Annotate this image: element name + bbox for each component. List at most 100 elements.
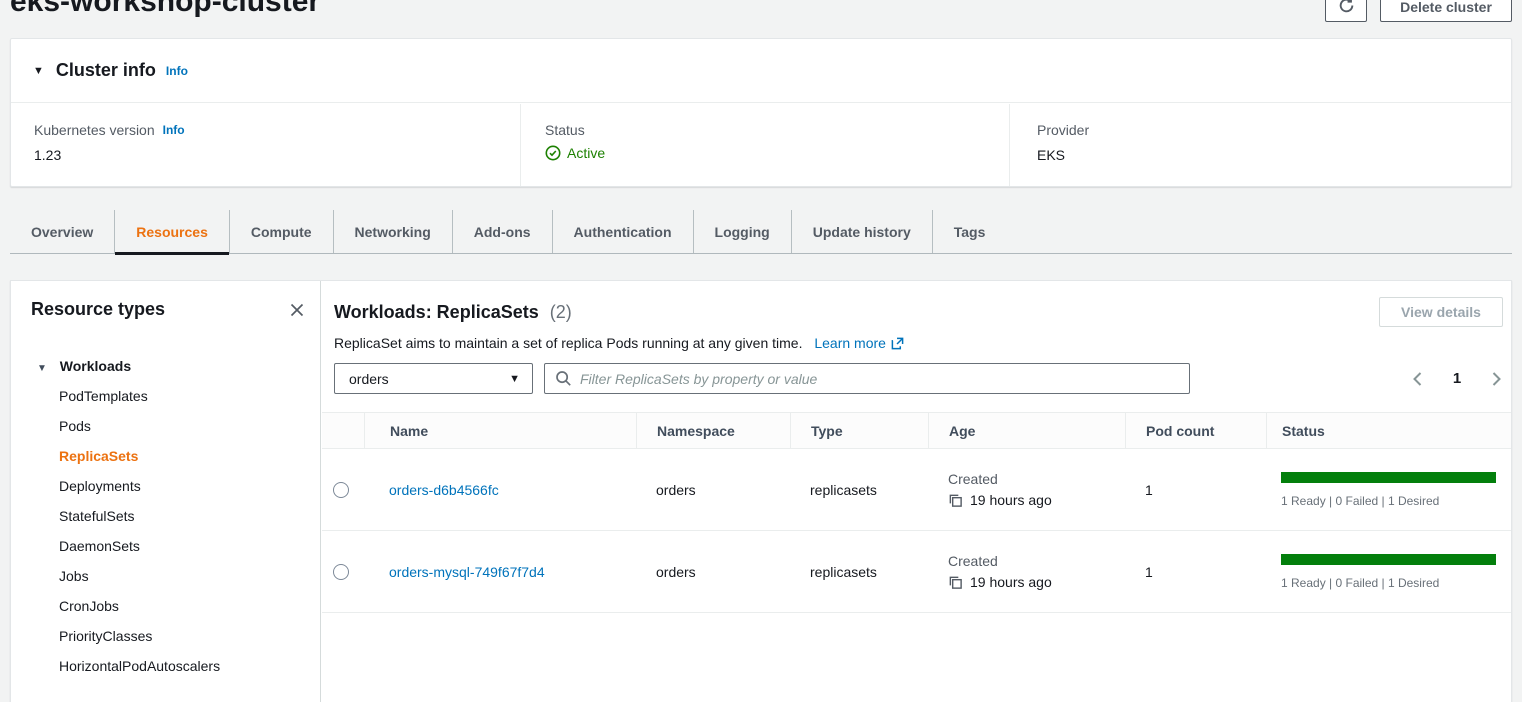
learn-more-link[interactable]: Learn more bbox=[814, 335, 904, 351]
cluster-info-title: Cluster info bbox=[56, 60, 156, 81]
tab-resources[interactable]: Resources bbox=[114, 210, 229, 253]
column-header-name[interactable]: Name bbox=[364, 413, 636, 448]
pagination: 1 bbox=[1411, 363, 1503, 394]
table-header-row: Name Namespace Type Age Pod count Status bbox=[322, 412, 1511, 449]
pod-count-cell: 1 bbox=[1125, 531, 1266, 612]
resource-types-tree: ▼ Workloads PodTemplates Pods ReplicaSet… bbox=[11, 351, 320, 702]
kubernetes-version-info-link[interactable]: Info bbox=[163, 123, 185, 137]
age-cell: Created 19 hours ago bbox=[948, 553, 1052, 590]
search-box bbox=[544, 363, 1190, 394]
kubernetes-version-label: Kubernetes version bbox=[34, 122, 155, 138]
namespace-cell: orders bbox=[636, 449, 790, 530]
provider-field: Provider EKS bbox=[1009, 104, 1511, 186]
close-icon[interactable] bbox=[288, 301, 306, 319]
page-title: eks-workshop-cluster bbox=[10, 0, 320, 20]
cluster-info-card: ▼ Cluster info Info Kubernetes version I… bbox=[10, 38, 1512, 187]
namespace-cell: orders bbox=[636, 531, 790, 612]
search-icon bbox=[555, 370, 572, 387]
age-value-text: 19 hours ago bbox=[970, 574, 1052, 590]
status-field: Status Active bbox=[520, 104, 1009, 186]
delete-cluster-button[interactable]: Delete cluster bbox=[1380, 0, 1512, 22]
sidebar-item-podtemplates[interactable]: PodTemplates bbox=[11, 381, 320, 411]
cluster-tabs: Overview Resources Compute Networking Ad… bbox=[10, 210, 1512, 254]
column-header-age[interactable]: Age bbox=[928, 413, 1125, 448]
chevron-down-icon: ▼ bbox=[37, 363, 47, 374]
view-details-button[interactable]: View details bbox=[1379, 297, 1503, 327]
next-page-icon[interactable] bbox=[1490, 371, 1503, 387]
age-cell: Created 19 hours ago bbox=[948, 471, 1052, 508]
tab-compute[interactable]: Compute bbox=[229, 210, 333, 253]
kubernetes-version-field: Kubernetes version Info 1.23 bbox=[11, 104, 520, 186]
sidebar-group-workloads[interactable]: ▼ Workloads bbox=[11, 351, 320, 381]
column-header-namespace[interactable]: Namespace bbox=[636, 413, 790, 448]
sidebar-item-horizontalpodautoscalers[interactable]: HorizontalPodAutoscalers bbox=[11, 651, 320, 681]
previous-page-icon[interactable] bbox=[1411, 371, 1424, 387]
status-bar bbox=[1281, 472, 1496, 483]
resources-panel: Resource types ▼ Workloads PodTemplates … bbox=[10, 280, 1512, 702]
refresh-icon bbox=[1338, 0, 1355, 17]
copy-icon[interactable] bbox=[948, 493, 963, 508]
learn-more-label: Learn more bbox=[814, 335, 886, 351]
row-select-radio[interactable] bbox=[333, 482, 349, 498]
select-caret-icon: ▼ bbox=[509, 373, 520, 385]
pod-count-cell: 1 bbox=[1125, 449, 1266, 530]
resource-types-sidebar: Resource types ▼ Workloads PodTemplates … bbox=[11, 281, 321, 702]
sidebar-item-daemonsets[interactable]: DaemonSets bbox=[11, 531, 320, 561]
sidebar-item-pods[interactable]: Pods bbox=[11, 411, 320, 441]
tab-update-history[interactable]: Update history bbox=[791, 210, 932, 253]
sidebar-group-cluster[interactable]: ▶ Cluster bbox=[11, 693, 320, 702]
sidebar-item-priorityclasses[interactable]: PriorityClasses bbox=[11, 621, 320, 651]
status-label: Status bbox=[545, 122, 585, 138]
check-circle-icon bbox=[545, 145, 561, 161]
replicasets-table: Name Namespace Type Age Pod count Status… bbox=[322, 412, 1511, 613]
status-cell: 1 Ready | 0 Failed | 1 Desired bbox=[1281, 472, 1496, 508]
status-cell: 1 Ready | 0 Failed | 1 Desired bbox=[1281, 554, 1496, 590]
main-title: Workloads: ReplicaSets bbox=[334, 302, 539, 322]
description-text: ReplicaSet aims to maintain a set of rep… bbox=[334, 335, 802, 351]
cluster-info-info-link[interactable]: Info bbox=[166, 64, 188, 78]
column-header-type[interactable]: Type bbox=[790, 413, 928, 448]
sidebar-item-jobs[interactable]: Jobs bbox=[11, 561, 320, 591]
sidebar-item-replicasets[interactable]: ReplicaSets bbox=[11, 441, 320, 471]
main-description: ReplicaSet aims to maintain a set of rep… bbox=[334, 335, 904, 351]
age-value-text: 19 hours ago bbox=[970, 492, 1052, 508]
sidebar-item-deployments[interactable]: Deployments bbox=[11, 471, 320, 501]
type-cell: replicasets bbox=[790, 449, 928, 530]
column-header-status[interactable]: Status bbox=[1266, 413, 1511, 448]
type-cell: replicasets bbox=[790, 531, 928, 612]
external-link-icon bbox=[891, 337, 904, 350]
provider-label: Provider bbox=[1037, 122, 1089, 138]
select-all-column bbox=[322, 413, 364, 448]
table-row: orders-d6b4566fc orders replicasets Crea… bbox=[322, 449, 1511, 531]
row-select-radio[interactable] bbox=[333, 564, 349, 580]
copy-icon[interactable] bbox=[948, 575, 963, 590]
provider-value: EKS bbox=[1037, 147, 1511, 163]
namespace-filter-select[interactable]: orders ▼ bbox=[334, 363, 533, 394]
tab-networking[interactable]: Networking bbox=[333, 210, 452, 253]
namespace-filter-value: orders bbox=[349, 371, 389, 387]
status-text: 1 Ready | 0 Failed | 1 Desired bbox=[1281, 576, 1496, 590]
tab-overview[interactable]: Overview bbox=[10, 210, 114, 253]
age-created-label: Created bbox=[948, 553, 1052, 569]
tab-authentication[interactable]: Authentication bbox=[552, 210, 693, 253]
tab-tags[interactable]: Tags bbox=[932, 210, 1007, 253]
status-text: 1 Ready | 0 Failed | 1 Desired bbox=[1281, 494, 1496, 508]
collapse-caret-icon[interactable]: ▼ bbox=[33, 65, 44, 77]
column-header-pod-count[interactable]: Pod count bbox=[1125, 413, 1266, 448]
search-input[interactable] bbox=[580, 371, 1179, 387]
sidebar-item-statefulsets[interactable]: StatefulSets bbox=[11, 501, 320, 531]
kubernetes-version-value: 1.23 bbox=[34, 147, 520, 163]
age-created-label: Created bbox=[948, 471, 1052, 487]
main-count: (2) bbox=[550, 302, 572, 322]
tab-logging[interactable]: Logging bbox=[693, 210, 791, 253]
cluster-info-header: ▼ Cluster info Info bbox=[11, 39, 1511, 103]
workloads-group-label: Workloads bbox=[60, 358, 131, 374]
page-number[interactable]: 1 bbox=[1453, 370, 1461, 387]
replicaset-name-link[interactable]: orders-d6b4566fc bbox=[389, 482, 499, 498]
tab-add-ons[interactable]: Add-ons bbox=[452, 210, 552, 253]
sidebar-item-cronjobs[interactable]: CronJobs bbox=[11, 591, 320, 621]
replicaset-name-link[interactable]: orders-mysql-749f67f7d4 bbox=[389, 564, 545, 580]
table-row: orders-mysql-749f67f7d4 orders replicase… bbox=[322, 531, 1511, 613]
refresh-button[interactable] bbox=[1325, 0, 1367, 22]
replicasets-main: Workloads: ReplicaSets (2) View details … bbox=[322, 281, 1511, 702]
